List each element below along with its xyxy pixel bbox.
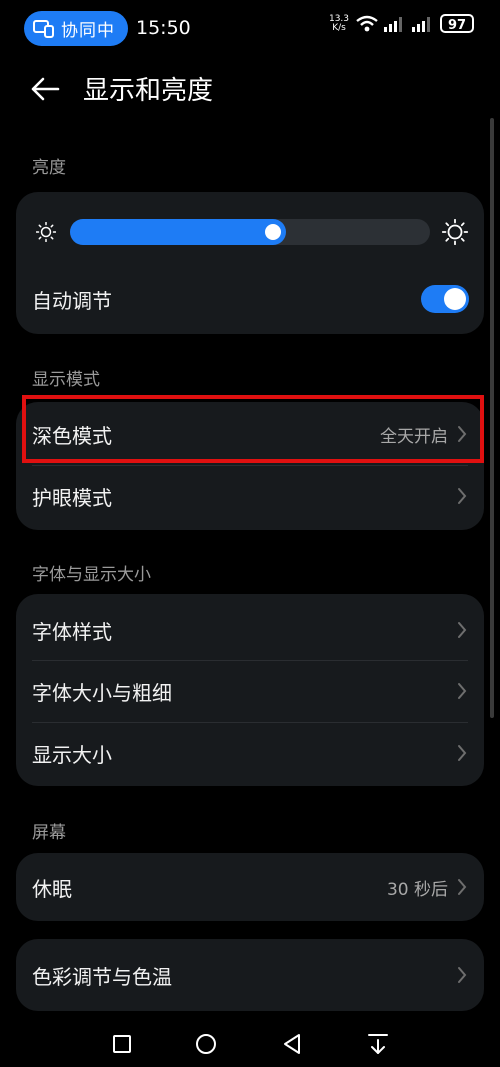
scrollbar[interactable]	[490, 118, 494, 718]
sun-large-icon	[442, 219, 468, 245]
chevron-right-icon	[458, 879, 467, 895]
color-temp-row[interactable]: 色彩调节与色温	[16, 944, 484, 1006]
highlight-box	[22, 395, 484, 463]
brightness-card: 自动调节	[16, 192, 484, 334]
collab-pill[interactable]: 协同中	[24, 11, 128, 46]
brightness-slider[interactable]	[70, 219, 430, 245]
font-size-weight-label: 字体大小与粗细	[32, 681, 172, 705]
auto-brightness-toggle[interactable]	[421, 285, 469, 313]
section-label-font-size: 字体与显示大小	[32, 565, 151, 585]
eye-comfort-row[interactable]: 护眼模式	[16, 465, 484, 527]
section-label-screen: 屏幕	[32, 823, 66, 843]
font-size-weight-row[interactable]: 字体大小与粗细	[16, 660, 484, 722]
sleep-value: 30 秒后	[386, 880, 448, 900]
clock: 15:50	[136, 17, 191, 39]
signal-icon-2	[412, 16, 430, 32]
net-speed: 13.3 K/s	[328, 13, 350, 33]
sleep-row[interactable]: 休眠 30 秒后	[16, 856, 484, 918]
back-arrow-icon[interactable]	[30, 74, 60, 104]
color-temp-label: 色彩调节与色温	[32, 965, 172, 989]
sun-small-icon	[36, 222, 56, 242]
font-style-row[interactable]: 字体样式	[16, 599, 484, 661]
font-size-card: 字体样式 字体大小与粗细 显示大小	[16, 594, 484, 786]
chevron-right-icon	[458, 745, 467, 761]
font-style-label: 字体样式	[32, 620, 112, 644]
wifi-icon	[356, 15, 378, 31]
eye-comfort-label: 护眼模式	[32, 486, 112, 510]
battery-indicator: 97	[440, 14, 474, 33]
toggle-knob	[444, 288, 466, 310]
notification-pull-down-icon[interactable]	[365, 1031, 391, 1057]
display-size-label: 显示大小	[32, 743, 112, 767]
status-bar: 协同中 15:50 13.3 K/s 97	[0, 0, 500, 58]
back-triangle-icon[interactable]	[279, 1031, 305, 1057]
brightness-slider-fill	[70, 219, 286, 245]
brightness-slider-knob[interactable]	[265, 224, 281, 240]
page-title: 显示和亮度	[83, 76, 214, 106]
display-size-row[interactable]: 显示大小	[16, 722, 484, 784]
collab-label: 协同中	[61, 21, 115, 41]
multi-device-icon	[33, 19, 54, 38]
recents-square-icon[interactable]	[109, 1031, 135, 1057]
chevron-right-icon	[458, 683, 467, 699]
navigation-bar	[0, 1023, 500, 1067]
auto-brightness-row[interactable]: 自动调节	[16, 268, 484, 330]
color-card: 色彩调节与色温	[16, 939, 484, 1011]
signal-icon	[384, 16, 402, 32]
home-circle-icon[interactable]	[193, 1031, 219, 1057]
chevron-right-icon	[458, 967, 467, 983]
section-label-display-mode: 显示模式	[32, 370, 100, 390]
sleep-label: 休眠	[32, 877, 72, 901]
sleep-card: 休眠 30 秒后	[16, 853, 484, 921]
auto-brightness-label: 自动调节	[32, 289, 112, 313]
section-label-brightness: 亮度	[32, 158, 66, 178]
chevron-right-icon	[458, 488, 467, 504]
chevron-right-icon	[458, 622, 467, 638]
app-bar: 显示和亮度	[0, 62, 500, 116]
